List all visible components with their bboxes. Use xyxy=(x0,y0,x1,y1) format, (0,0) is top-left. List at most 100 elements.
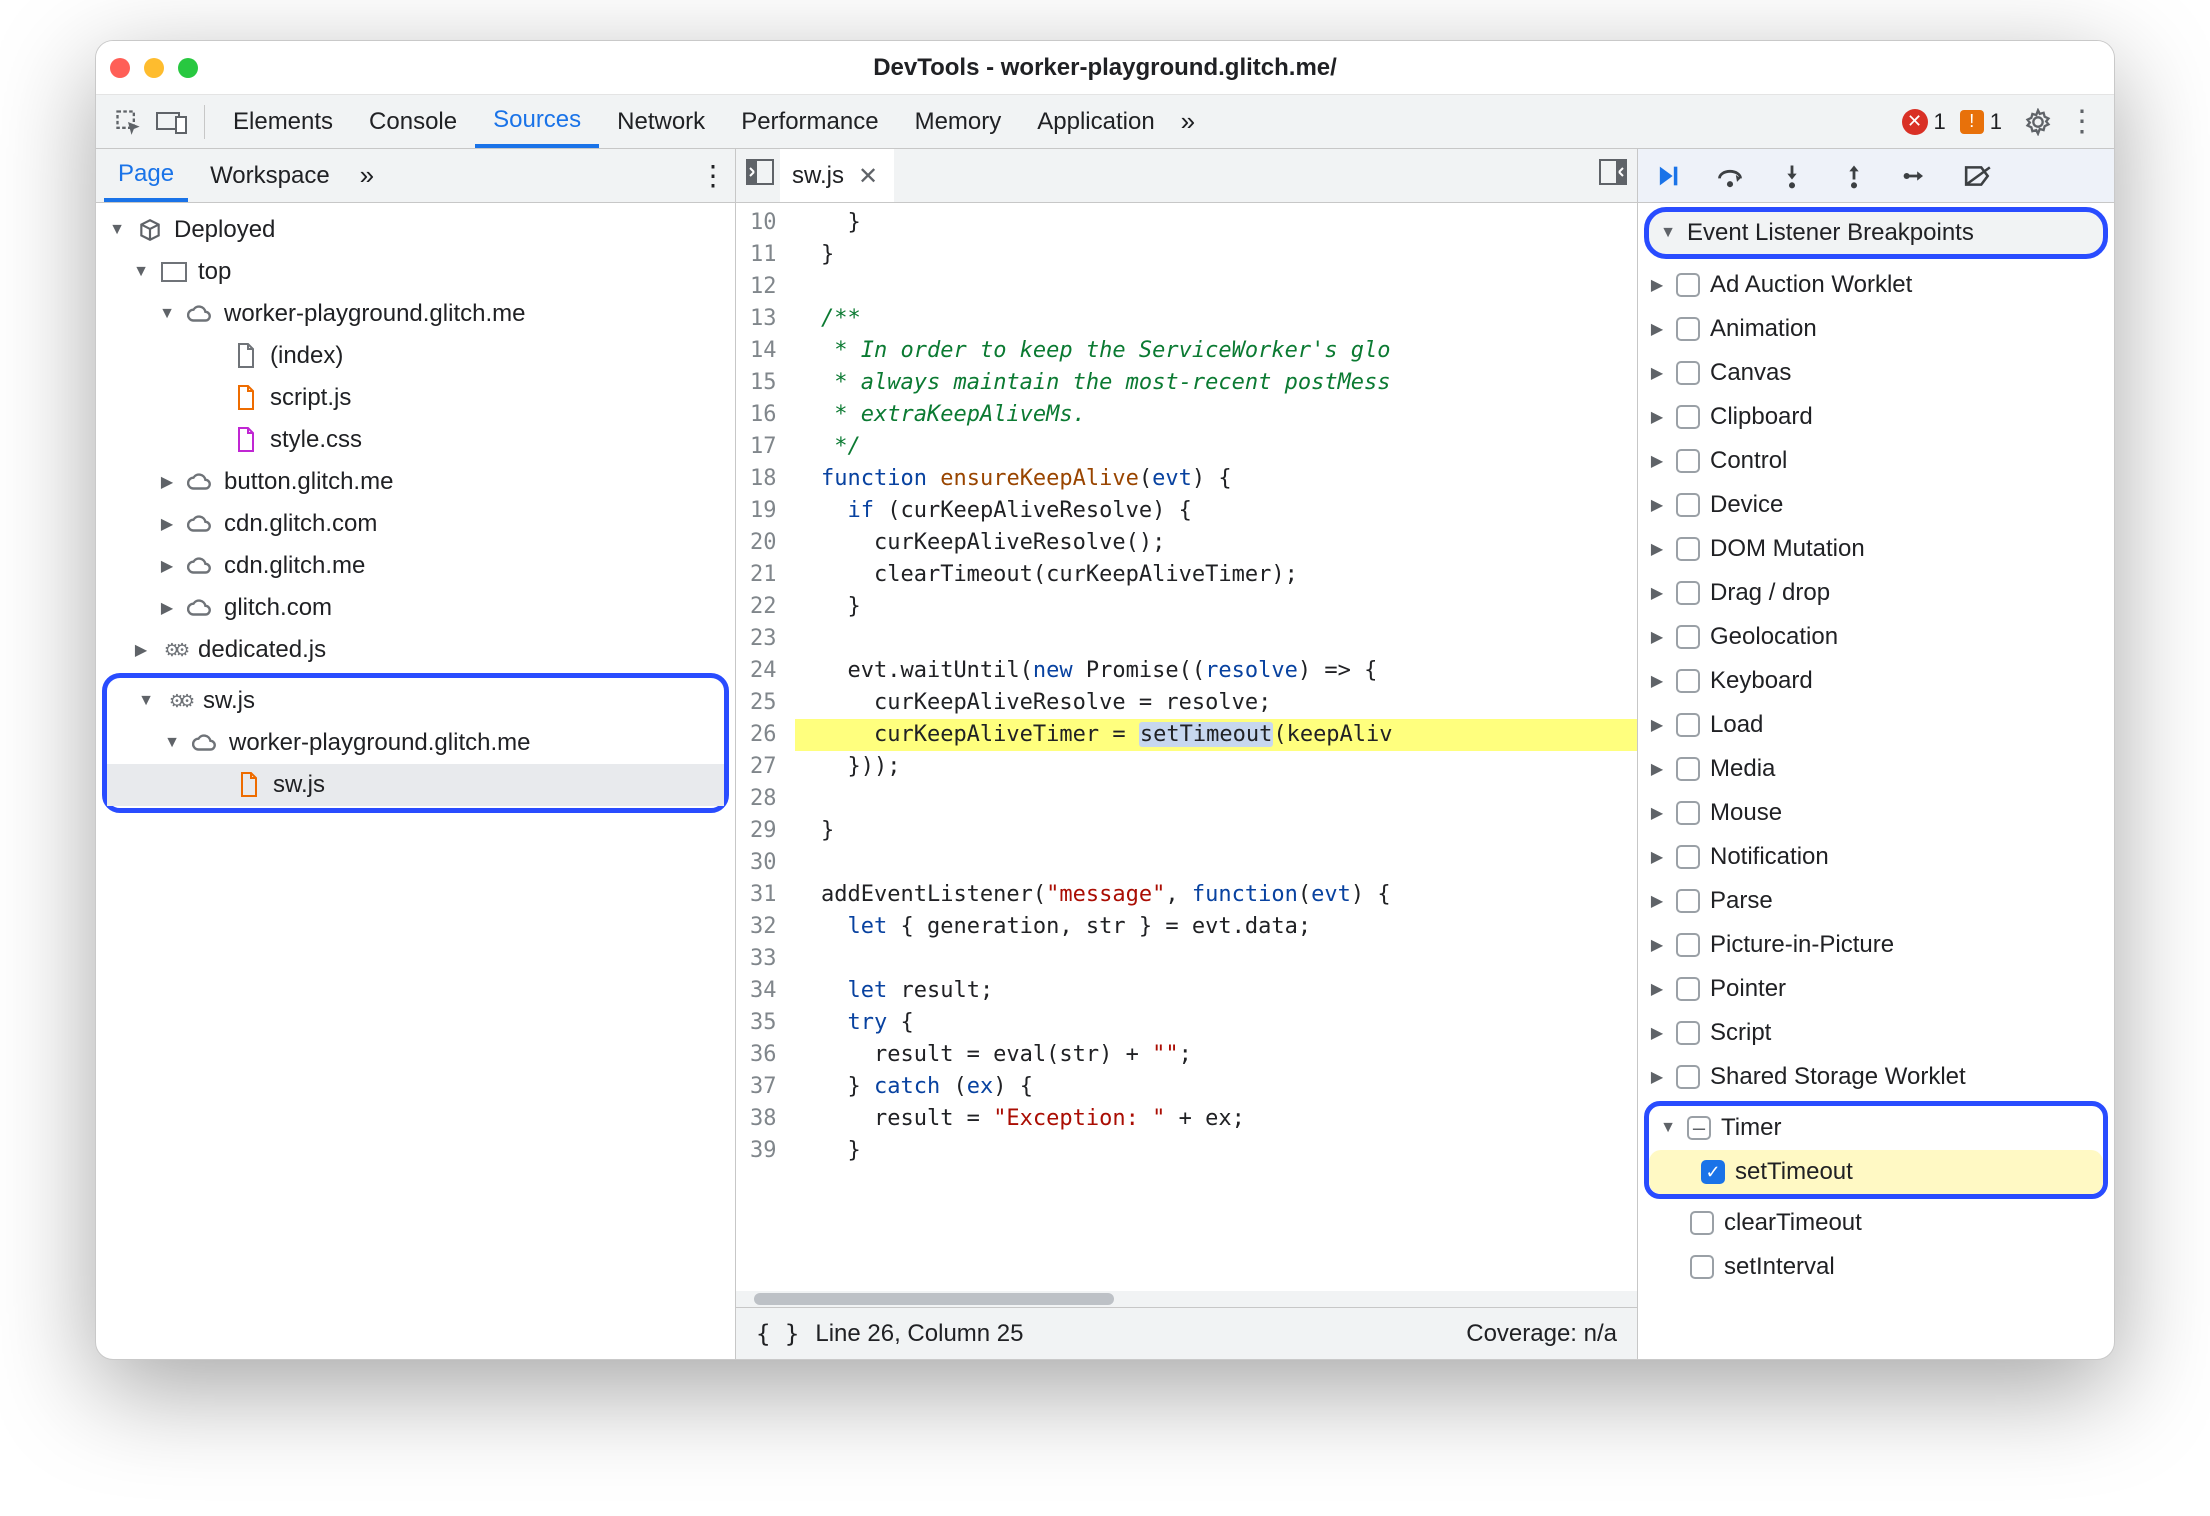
error-count: 1 xyxy=(1934,109,1946,135)
tab-sources[interactable]: Sources xyxy=(475,95,599,148)
bp-category[interactable]: Keyboard xyxy=(1638,659,2114,703)
inspect-element-icon[interactable] xyxy=(106,100,150,144)
tree-node-origin[interactable]: cdn.glitch.me xyxy=(96,545,735,587)
bp-category[interactable]: Clipboard xyxy=(1638,395,2114,439)
bp-category-timer[interactable]: Timer xyxy=(1649,1106,2103,1150)
subtab-workspace[interactable]: Workspace xyxy=(196,149,344,202)
tree-node-sw-site[interactable]: worker-playground.glitch.me xyxy=(107,722,724,764)
bp-category[interactable]: Pointer xyxy=(1638,967,2114,1011)
checkbox-checked[interactable]: ✓ xyxy=(1701,1160,1725,1184)
step-into-icon[interactable] xyxy=(1776,160,1808,192)
tree-node-file[interactable]: script.js xyxy=(96,377,735,419)
bp-category[interactable]: Picture-in-Picture xyxy=(1638,923,2114,967)
bp-category[interactable]: Media xyxy=(1638,747,2114,791)
checkbox-mixed[interactable] xyxy=(1687,1116,1711,1140)
deactivate-breakpoints-icon[interactable] xyxy=(1962,160,1994,192)
step-out-icon[interactable] xyxy=(1838,160,1870,192)
bp-category[interactable]: Parse xyxy=(1638,879,2114,923)
step-icon[interactable] xyxy=(1900,160,1932,192)
toggle-navigator-icon[interactable] xyxy=(746,159,774,192)
checkbox[interactable] xyxy=(1676,933,1700,957)
settings-gear-icon[interactable] xyxy=(2016,100,2060,144)
tree-node-origin[interactable]: button.glitch.me xyxy=(96,461,735,503)
bp-item-cleartimeout[interactable]: clearTimeout xyxy=(1638,1201,2114,1245)
bp-category[interactable]: DOM Mutation xyxy=(1638,527,2114,571)
error-badge[interactable]: ✕ 1 xyxy=(1902,109,1946,135)
checkbox[interactable] xyxy=(1676,317,1700,341)
tree-node-file[interactable]: (index) xyxy=(96,335,735,377)
checkbox[interactable] xyxy=(1676,273,1700,297)
checkbox[interactable] xyxy=(1676,1065,1700,1089)
bp-category[interactable]: Drag / drop xyxy=(1638,571,2114,615)
warning-badge[interactable]: ! 1 xyxy=(1960,109,2002,135)
checkbox[interactable] xyxy=(1676,845,1700,869)
bp-item-setinterval[interactable]: setInterval xyxy=(1638,1245,2114,1289)
checkbox[interactable] xyxy=(1690,1255,1714,1279)
checkbox[interactable] xyxy=(1676,449,1700,473)
subtab-page[interactable]: Page xyxy=(104,149,188,202)
tree-node-origin[interactable]: glitch.com xyxy=(96,587,735,629)
braces-icon[interactable]: { } xyxy=(756,1320,799,1348)
code-editor[interactable]: 1011121314151617181920212223242526272829… xyxy=(736,203,1637,1291)
checkbox[interactable] xyxy=(1676,801,1700,825)
bp-category[interactable]: Control xyxy=(1638,439,2114,483)
tree-node-site[interactable]: worker-playground.glitch.me xyxy=(96,293,735,335)
bp-item-settimeout[interactable]: ✓ setTimeout xyxy=(1649,1150,2103,1194)
bp-category[interactable]: Notification xyxy=(1638,835,2114,879)
minimize-dot[interactable] xyxy=(144,58,164,78)
tree-node-origin[interactable]: cdn.glitch.com xyxy=(96,503,735,545)
checkbox[interactable] xyxy=(1676,581,1700,605)
bp-category[interactable]: Canvas xyxy=(1638,351,2114,395)
navigator-menu-icon[interactable]: ⋮ xyxy=(699,159,727,192)
checkbox[interactable] xyxy=(1676,361,1700,385)
close-tab-icon[interactable]: ✕ xyxy=(854,158,882,195)
editor-filetab[interactable]: sw.js ✕ xyxy=(780,149,894,202)
checkbox[interactable] xyxy=(1676,1021,1700,1045)
bp-category[interactable]: Geolocation xyxy=(1638,615,2114,659)
bp-category[interactable]: Ad Auction Worklet xyxy=(1638,263,2114,307)
bp-category[interactable]: Script xyxy=(1638,1011,2114,1055)
tab-memory[interactable]: Memory xyxy=(897,95,1020,148)
bp-category[interactable]: Animation xyxy=(1638,307,2114,351)
checkbox[interactable] xyxy=(1676,977,1700,1001)
tree-node-sw-file[interactable]: sw.js xyxy=(107,764,724,806)
bp-category[interactable]: Device xyxy=(1638,483,2114,527)
tree-node-top[interactable]: top xyxy=(96,251,735,293)
checkbox[interactable] xyxy=(1676,537,1700,561)
tree-node-file[interactable]: style.css xyxy=(96,419,735,461)
checkbox[interactable] xyxy=(1676,669,1700,693)
tab-application[interactable]: Application xyxy=(1019,95,1172,148)
tab-console[interactable]: Console xyxy=(351,95,475,148)
device-toolbar-icon[interactable] xyxy=(150,100,194,144)
tab-elements[interactable]: Elements xyxy=(215,95,351,148)
tree-node-deployed[interactable]: Deployed xyxy=(96,209,735,251)
bp-category[interactable]: Shared Storage Worklet xyxy=(1638,1055,2114,1099)
bp-category[interactable]: Mouse xyxy=(1638,791,2114,835)
breakpoint-category-list[interactable]: Ad Auction WorkletAnimationCanvasClipboa… xyxy=(1638,263,2114,1099)
zoom-dot[interactable] xyxy=(178,58,198,78)
resume-icon[interactable] xyxy=(1652,160,1684,192)
checkbox[interactable] xyxy=(1676,405,1700,429)
bp-category[interactable]: Load xyxy=(1638,703,2114,747)
step-over-icon[interactable] xyxy=(1714,160,1746,192)
tree-node-sw-root[interactable]: sw.js xyxy=(107,680,724,722)
tab-performance[interactable]: Performance xyxy=(723,95,896,148)
code-body[interactable]: } } /** * In order to keep the ServiceWo… xyxy=(789,203,1638,1291)
tree-node-dedicated[interactable]: dedicated.js xyxy=(96,629,735,671)
event-listener-breakpoints-header[interactable]: Event Listener Breakpoints xyxy=(1644,207,2108,259)
close-dot[interactable] xyxy=(110,58,130,78)
checkbox[interactable] xyxy=(1676,625,1700,649)
horizontal-scrollbar[interactable] xyxy=(736,1291,1637,1307)
checkbox[interactable] xyxy=(1676,889,1700,913)
tabs-overflow-icon[interactable]: » xyxy=(1173,106,1203,137)
tab-network[interactable]: Network xyxy=(599,95,723,148)
toggle-debugger-icon[interactable] xyxy=(1599,159,1627,192)
more-menu-icon[interactable]: ⋮ xyxy=(2060,100,2104,144)
checkbox[interactable] xyxy=(1676,713,1700,737)
cogs-icon xyxy=(160,640,188,661)
subtabs-overflow-icon[interactable]: » xyxy=(352,160,382,191)
checkbox[interactable] xyxy=(1676,493,1700,517)
file-tree[interactable]: Deployed top worker-playground.gli xyxy=(96,203,735,1359)
checkbox[interactable] xyxy=(1676,757,1700,781)
checkbox[interactable] xyxy=(1690,1211,1714,1235)
